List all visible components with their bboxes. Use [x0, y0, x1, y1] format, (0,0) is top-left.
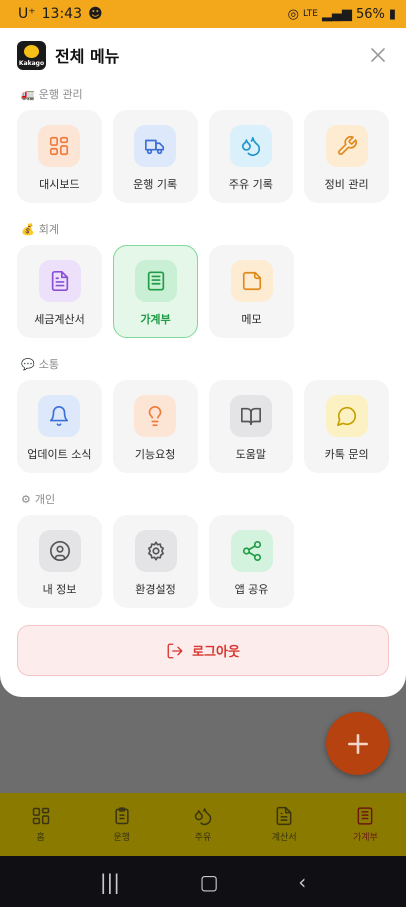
menu-item-maintenance[interactable]: 정비 관리 — [304, 110, 389, 203]
hotspot-icon: ◎ — [287, 6, 299, 22]
money-bag-emoji-icon: 💰 — [21, 222, 35, 236]
menu-item-driving-log[interactable]: 운행 기록 — [112, 110, 198, 203]
book-icon — [229, 395, 272, 437]
truck-icon — [134, 125, 177, 167]
nav-item-label: 계산서 — [271, 833, 297, 843]
logout-icon — [167, 643, 183, 658]
section-grid-communication: 업데이트 소식 기능요청 도움말 카톡 문의 — [17, 380, 389, 473]
menu-item-updates[interactable]: 업데이트 소식 — [17, 380, 102, 473]
document-icon — [38, 260, 81, 302]
back-button[interactable]: ‹ — [298, 870, 306, 894]
gear-icon: ⚙ — [21, 492, 31, 506]
menu-item-tax-invoice[interactable]: 세금계산서 — [17, 245, 102, 338]
wrench-icon — [325, 125, 368, 167]
section-title-communication: 💬 소통 — [21, 357, 59, 372]
ledger-icon — [357, 807, 373, 825]
chat-icon — [325, 395, 368, 437]
menu-item-ledger[interactable]: 가계부 — [113, 245, 198, 338]
network-label: LTE — [302, 9, 318, 19]
nav-item-label: 주유 — [194, 833, 212, 843]
menu-item-settings[interactable]: 환경설정 — [113, 515, 198, 608]
recent-apps-button[interactable]: ||| — [100, 870, 120, 894]
memo-icon — [230, 260, 273, 302]
nav-item-home[interactable]: 홈 — [0, 793, 81, 856]
battery-icon: ▮ — [388, 6, 396, 22]
menu-item-kakaotalk-inquiry[interactable]: 카톡 문의 — [304, 380, 389, 473]
dashboard-icon — [38, 125, 81, 167]
nav-item-label: 운행 — [113, 833, 131, 843]
close-icon — [371, 48, 385, 62]
truck-emoji-icon: 🚛 — [21, 87, 35, 101]
menu-item-label: 앱 공유 — [234, 583, 269, 596]
nav-item-label: 홈 — [36, 833, 45, 843]
nav-item-label: 가계부 — [352, 833, 378, 843]
menu-item-memo[interactable]: 메모 — [209, 245, 294, 338]
menu-item-label: 환경설정 — [135, 583, 176, 596]
menu-item-label: 대시보드 — [39, 178, 80, 191]
menu-item-label: 메모 — [241, 313, 262, 326]
section-title-personal: ⚙ 개인 — [21, 492, 56, 507]
section-grid-accounting: 세금계산서 가계부 메모 — [17, 245, 389, 338]
carrier-label: U⁺ — [18, 6, 36, 22]
ledger-icon — [134, 260, 177, 302]
menu-item-label: 운행 기록 — [133, 178, 178, 191]
bell-icon — [38, 395, 81, 437]
share-icon — [230, 530, 273, 572]
logout-label: 로그아웃 — [192, 645, 240, 660]
menu-item-label: 기능요청 — [134, 448, 176, 461]
settings-icon — [134, 530, 177, 572]
clock: 13:43 — [41, 6, 82, 22]
system-nav-bar: ||| ▢ ‹ — [0, 856, 406, 907]
menu-item-label: 세금계산서 — [34, 313, 85, 326]
add-fab-button[interactable] — [326, 712, 389, 775]
menu-item-my-info[interactable]: 내 정보 — [17, 515, 102, 608]
sheet-header: Kakago 전체 메뉴 — [17, 40, 389, 70]
clipboard-icon — [115, 807, 129, 825]
user-icon — [38, 530, 81, 572]
page-title: 전체 메뉴 — [55, 47, 120, 66]
dashboard-icon — [32, 807, 49, 825]
menu-item-label: 정비 관리 — [324, 178, 369, 191]
plus-icon — [347, 733, 368, 754]
battery-label: 56% — [355, 6, 385, 22]
notification-icon: ☻ — [88, 6, 103, 22]
section-grid-driving: 대시보드 운행 기록 주유 기록 정비 관리 — [17, 110, 389, 203]
menu-item-share-app[interactable]: 앱 공유 — [209, 515, 294, 608]
menu-item-dashboard[interactable]: 대시보드 — [17, 110, 102, 203]
menu-item-label: 가계부 — [140, 313, 171, 326]
menu-item-fuel-log[interactable]: 주유 기록 — [208, 110, 294, 203]
menu-item-label: 주유 기록 — [228, 178, 273, 191]
full-menu-sheet: Kakago 전체 메뉴 🚛 운행 관리 대시보드 운행 기록 주유 기록 정비… — [0, 28, 406, 697]
menu-item-label: 업데이트 소식 — [27, 448, 92, 461]
app-logo: Kakago — [17, 40, 46, 70]
nav-item-fuel[interactable]: 주유 — [162, 793, 243, 856]
close-button[interactable] — [367, 44, 389, 66]
section-title-accounting: 💰 회계 — [21, 222, 59, 237]
menu-item-feature-request[interactable]: 기능요청 — [112, 380, 198, 473]
lightbulb-icon — [134, 395, 177, 437]
menu-item-label: 내 정보 — [42, 583, 77, 596]
menu-item-help[interactable]: 도움말 — [208, 380, 294, 473]
signal-icon: ▂▄▆ — [321, 6, 352, 22]
speech-bubble-emoji-icon: 💬 — [21, 357, 35, 371]
nav-item-ledger[interactable]: 가계부 — [325, 793, 406, 856]
status-bar: U⁺ 13:43 ☻ ◎ LTE ▂▄▆ 56% ▮ — [0, 0, 406, 28]
bottom-nav: 홈 운행 주유 계산서 가계부 — [0, 793, 406, 856]
menu-item-label: 도움말 — [235, 448, 267, 461]
logout-button[interactable]: 로그아웃 — [17, 625, 389, 676]
section-grid-personal: 내 정보 환경설정 앱 공유 — [17, 515, 389, 608]
menu-item-label: 카톡 문의 — [324, 448, 369, 461]
droplets-icon — [229, 125, 272, 167]
home-button[interactable]: ▢ — [200, 870, 219, 894]
droplets-icon — [194, 808, 212, 826]
document-icon — [276, 806, 292, 826]
nav-item-invoice[interactable]: 계산서 — [244, 793, 325, 856]
section-title-driving: 🚛 운행 관리 — [21, 87, 83, 102]
nav-item-driving[interactable]: 운행 — [81, 793, 162, 856]
